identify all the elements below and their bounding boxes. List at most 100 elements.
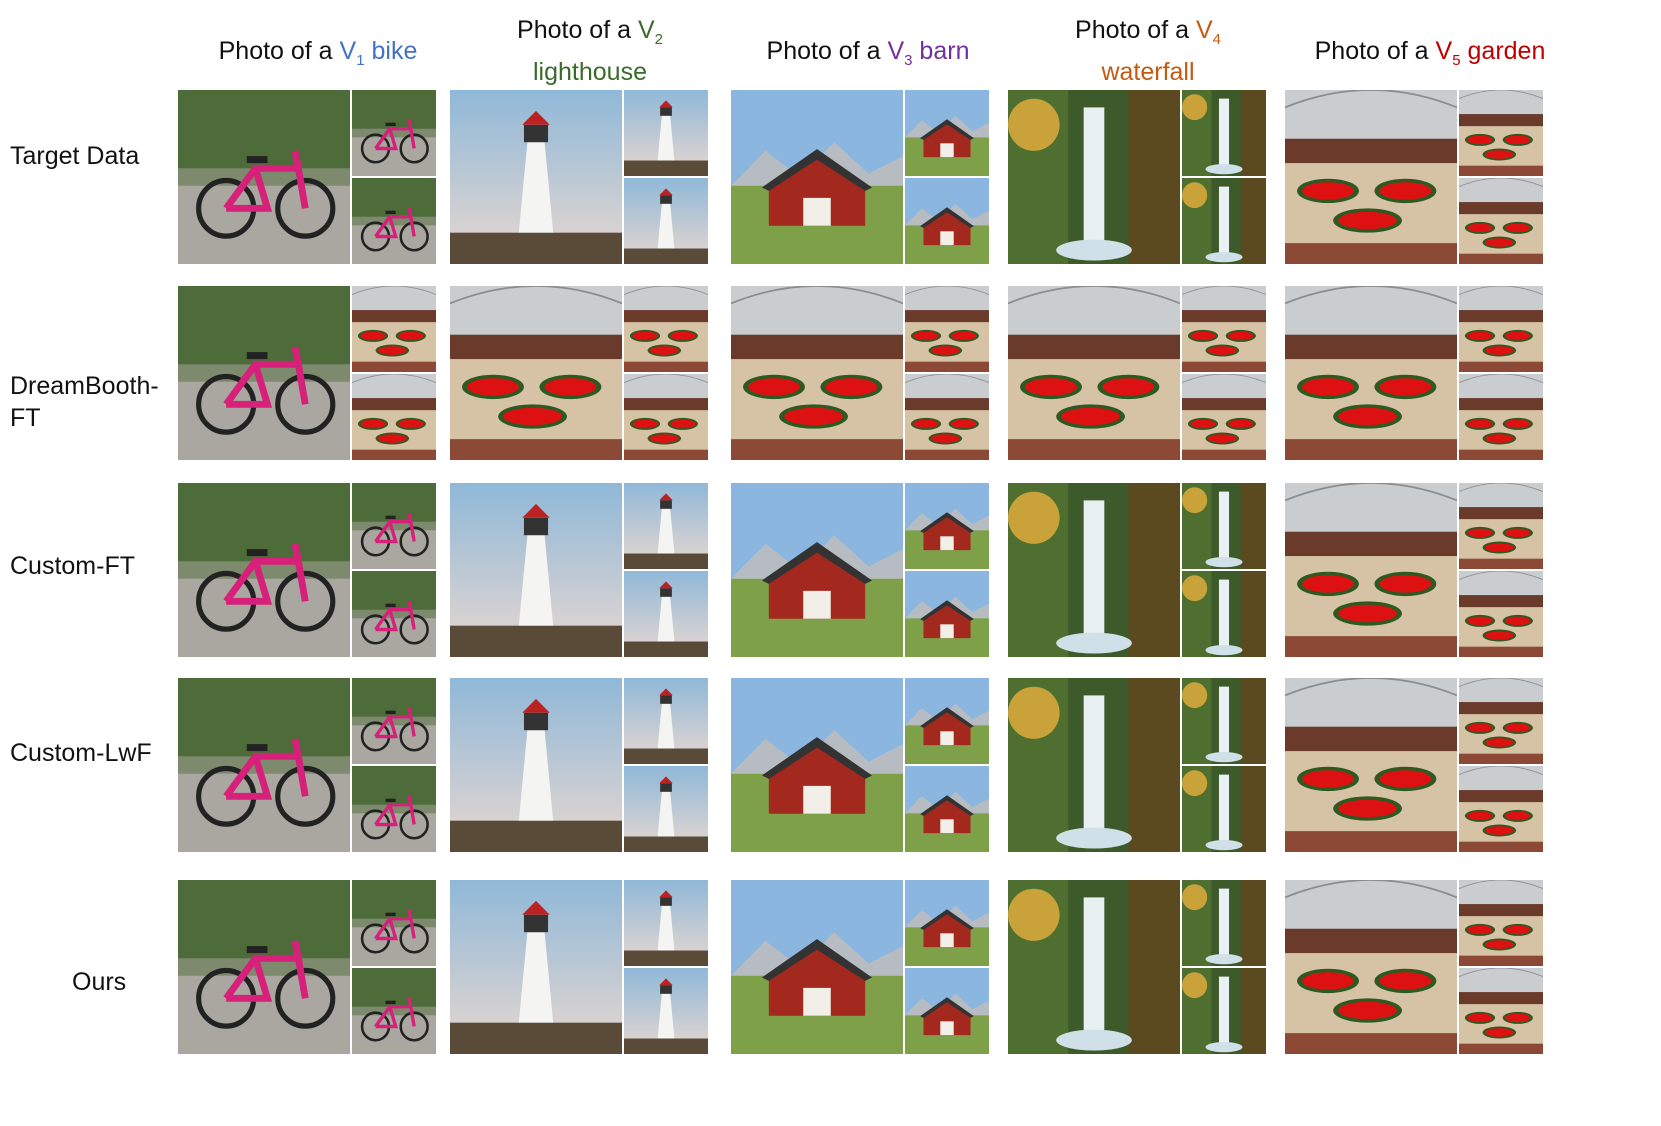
generated-image-thumb — [905, 766, 989, 852]
generated-image-thumb — [624, 286, 708, 372]
generated-image-main — [450, 483, 622, 657]
generated-image-thumb — [1182, 678, 1266, 764]
generated-image-main — [450, 286, 622, 460]
col-header-5: Photo of a V5 garden — [1314, 37, 1546, 69]
generated-image-main — [1285, 880, 1457, 1054]
row-label-custom-ft: Custom-FT — [10, 552, 135, 580]
result-cell-barn — [731, 678, 989, 852]
generated-image-thumb — [352, 178, 436, 264]
generated-image-thumb — [352, 766, 436, 852]
generated-image-thumb — [624, 178, 708, 264]
result-cell-waterfall — [1008, 286, 1266, 460]
result-cell-lighthouse — [450, 678, 708, 852]
row-label-dreambooth-ft: DreamBooth-FT — [10, 372, 159, 432]
generated-image-thumb — [624, 968, 708, 1054]
generated-image-thumb — [1459, 90, 1543, 176]
generated-image-main — [731, 286, 903, 460]
generated-image-thumb — [1182, 286, 1266, 372]
generated-image-thumb — [905, 571, 989, 657]
result-cell-bike — [178, 678, 436, 852]
result-cell-bike — [178, 483, 436, 657]
result-cell-garden — [1285, 678, 1543, 852]
generated-image-main — [1008, 483, 1180, 657]
generated-image-thumb — [905, 678, 989, 764]
generated-image-thumb — [352, 968, 436, 1054]
generated-image-thumb — [1182, 178, 1266, 264]
generated-image-main — [178, 286, 350, 460]
generated-image-thumb — [624, 766, 708, 852]
result-cell-bike — [178, 286, 436, 460]
generated-image-main — [178, 483, 350, 657]
generated-image-thumb — [624, 483, 708, 569]
result-cell-barn — [731, 90, 989, 264]
generated-image-thumb — [905, 286, 989, 372]
generated-image-main — [1285, 286, 1457, 460]
generated-image-main — [1008, 880, 1180, 1054]
generated-image-thumb — [905, 880, 989, 966]
row-label-custom-lwf: Custom-LwF — [10, 739, 152, 767]
generated-image-thumb — [905, 968, 989, 1054]
result-cell-bike — [178, 880, 436, 1054]
col-header-3: Photo of a V3 barn — [766, 37, 970, 69]
generated-image-thumb — [905, 483, 989, 569]
result-cell-garden — [1285, 880, 1543, 1054]
generated-image-thumb — [352, 678, 436, 764]
generated-image-main — [1285, 483, 1457, 657]
col-header-2: Photo of a V2 lighthouse — [517, 16, 663, 86]
result-cell-waterfall — [1008, 90, 1266, 264]
generated-image-main — [1008, 286, 1180, 460]
generated-image-thumb — [1182, 766, 1266, 852]
generated-image-thumb — [352, 90, 436, 176]
generated-image-main — [731, 90, 903, 264]
generated-image-thumb — [352, 286, 436, 372]
generated-image-thumb — [905, 374, 989, 460]
generated-image-main — [450, 880, 622, 1054]
result-cell-garden — [1285, 286, 1543, 460]
generated-image-main — [731, 483, 903, 657]
result-cell-waterfall — [1008, 678, 1266, 852]
result-cell-waterfall — [1008, 880, 1266, 1054]
generated-image-thumb — [352, 880, 436, 966]
result-cell-waterfall — [1008, 483, 1266, 657]
generated-image-thumb — [624, 90, 708, 176]
generated-image-thumb — [905, 90, 989, 176]
generated-image-thumb — [352, 483, 436, 569]
result-cell-lighthouse — [450, 483, 708, 657]
generated-image-main — [450, 90, 622, 264]
generated-image-main — [1008, 90, 1180, 264]
generated-image-thumb — [624, 571, 708, 657]
generated-image-main — [450, 678, 622, 852]
generated-image-thumb — [1459, 178, 1543, 264]
row-label-target-data: Target Data — [10, 142, 140, 170]
generated-image-thumb — [1182, 968, 1266, 1054]
col-header-1: Photo of a V1 bike — [218, 37, 418, 69]
generated-image-thumb — [1459, 766, 1543, 852]
generated-image-main — [1285, 90, 1457, 264]
generated-image-thumb — [352, 571, 436, 657]
generated-image-thumb — [1182, 374, 1266, 460]
generated-image-thumb — [1182, 880, 1266, 966]
generated-image-thumb — [1182, 90, 1266, 176]
col-header-4: Photo of a V4 waterfall — [1075, 16, 1221, 86]
result-cell-barn — [731, 880, 989, 1054]
result-cell-bike — [178, 90, 436, 264]
result-cell-lighthouse — [450, 90, 708, 264]
generated-image-thumb — [905, 178, 989, 264]
generated-image-thumb — [1459, 880, 1543, 966]
generated-image-main — [731, 678, 903, 852]
generated-image-thumb — [624, 880, 708, 966]
generated-image-thumb — [624, 678, 708, 764]
generated-image-thumb — [1459, 286, 1543, 372]
generated-image-thumb — [1459, 571, 1543, 657]
generated-image-main — [731, 880, 903, 1054]
generated-image-main — [178, 90, 350, 264]
result-cell-garden — [1285, 483, 1543, 657]
concept-token: V — [339, 37, 357, 65]
generated-image-main — [178, 678, 350, 852]
generated-image-thumb — [1459, 483, 1543, 569]
result-cell-garden — [1285, 90, 1543, 264]
generated-image-main — [1285, 678, 1457, 852]
generated-image-main — [178, 880, 350, 1054]
generated-image-thumb — [1459, 678, 1543, 764]
generated-image-thumb — [1182, 483, 1266, 569]
